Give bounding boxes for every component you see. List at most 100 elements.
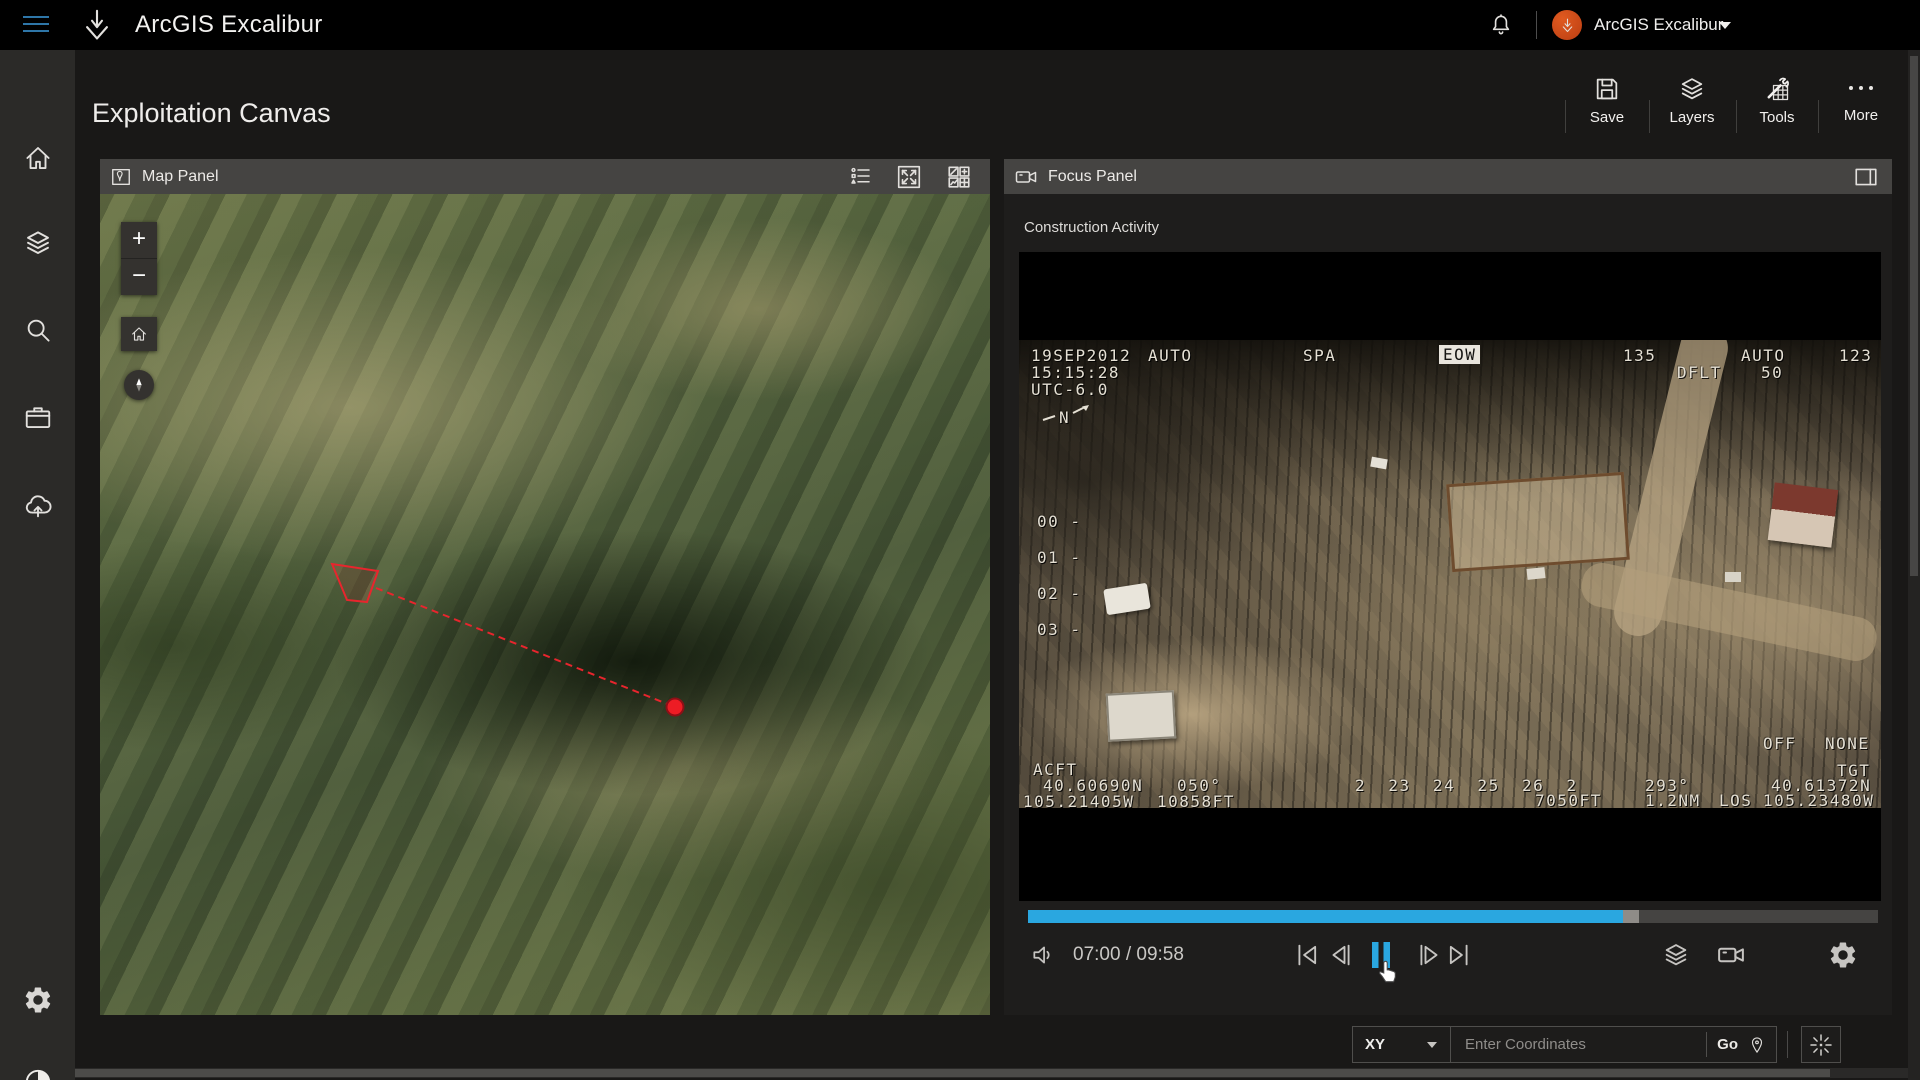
laser-status: OFF — [1763, 734, 1797, 753]
speaker-icon — [1033, 946, 1050, 964]
sidebar-item-projects[interactable] — [20, 399, 56, 435]
sidebar-item-layers[interactable] — [20, 225, 56, 261]
map-view[interactable]: + − — [100, 194, 990, 1015]
map-panel: Map Panel + − — [100, 159, 990, 1015]
tgt-range: 1.2NM — [1645, 791, 1701, 808]
layers-button[interactable]: Layers — [1657, 75, 1727, 126]
location-pin-icon[interactable] — [1748, 1034, 1766, 1056]
previous-frame-button[interactable] — [1324, 935, 1358, 975]
wrench-icon — [1767, 77, 1789, 101]
chevron-down-icon — [1427, 1041, 1437, 1048]
toolbar-divider — [1736, 100, 1737, 133]
skip-start-icon — [1298, 944, 1317, 966]
laser-code: NONE — [1825, 734, 1870, 753]
focus-panel-title: Focus Panel — [1048, 167, 1137, 185]
scrubber-fill — [1028, 910, 1623, 923]
panel-layout-grid-icon[interactable] — [946, 164, 972, 190]
sidebar-item-search[interactable] — [20, 312, 56, 348]
sidebar-item-upload[interactable] — [20, 487, 56, 523]
svg-text:N: N — [1059, 408, 1070, 427]
zoom-in-button[interactable]: + — [121, 222, 157, 258]
home-icon — [26, 147, 50, 169]
coordinate-format-select[interactable]: XY — [1353, 1027, 1451, 1062]
video-player[interactable]: 19SEP2012 15:15:28 UTC-6.0 AUTO SPA EOW … — [1019, 252, 1881, 901]
video-camera-icon — [1015, 170, 1037, 183]
toolbar-divider — [1818, 100, 1819, 133]
coordinates-input[interactable] — [1451, 1027, 1707, 1062]
notifications-bell-icon[interactable] — [1488, 12, 1516, 40]
account-caret-down-icon[interactable] — [1718, 20, 1732, 30]
gear-icon — [25, 987, 51, 1013]
coordbar-divider — [1787, 1031, 1788, 1058]
home-extent-icon — [132, 327, 146, 341]
los-label: LOS — [1719, 791, 1753, 808]
sidebar-item-contrast[interactable] — [20, 1064, 56, 1080]
tgt-lon: 105.23480W — [1763, 791, 1875, 808]
gear-icon — [1830, 942, 1856, 968]
vertical-scrollbar-thumb[interactable] — [1910, 56, 1918, 576]
next-frame-button[interactable] — [1412, 935, 1446, 975]
sidebar-item-home[interactable] — [20, 140, 56, 176]
page-title: Exploitation Canvas — [92, 98, 331, 128]
account-avatar[interactable] — [1552, 10, 1582, 40]
default-extent-button[interactable] — [121, 317, 157, 351]
skip-to-start-button[interactable] — [1290, 935, 1324, 975]
more-button[interactable]: More — [1826, 75, 1896, 124]
legend-icon[interactable] — [848, 164, 874, 190]
app-root: ArcGIS Excalibur ArcGIS Excalibur Exploi… — [0, 0, 1920, 1080]
scrubber-handle[interactable] — [1623, 910, 1639, 923]
horizontal-scrollbar-thumb[interactable] — [75, 1069, 1830, 1077]
video-title: Construction Activity — [1024, 219, 1160, 236]
map-panel-title: Map Panel — [142, 167, 219, 185]
north-arrow-indicator: N — [1042, 405, 1089, 427]
account-name: ArcGIS Excalibur — [1594, 15, 1724, 34]
acft-lon: 105.21405W — [1023, 792, 1135, 808]
save-floppy-icon — [1596, 78, 1618, 100]
go-button[interactable]: Go — [1717, 1036, 1738, 1053]
ellipsis-icon — [1826, 75, 1896, 101]
video-footprint-graphics — [330, 562, 685, 717]
vertical-scrollbar[interactable] — [1908, 50, 1920, 1080]
focus-panel: Focus Panel Construction Activity 19SEP2… — [1004, 159, 1892, 1015]
video-settings-button[interactable] — [1826, 935, 1860, 975]
map-panel-header: Map Panel — [100, 159, 990, 194]
zoom-out-button[interactable]: − — [121, 258, 157, 295]
telemetry-utc: UTC-6.0 — [1031, 380, 1109, 399]
coordinate-format-value: XY — [1365, 1036, 1386, 1053]
layers-icon — [27, 231, 49, 254]
skip-to-end-button[interactable] — [1442, 935, 1476, 975]
telemetry-eow: EOW — [1439, 345, 1481, 364]
sensor-location-dot[interactable] — [665, 697, 685, 717]
tools-button[interactable]: Tools — [1742, 75, 1812, 126]
zoom-widget: + − — [121, 222, 157, 295]
compass-needle-icon — [136, 378, 142, 392]
elevation-tape-03: 03 - — [1037, 620, 1082, 639]
left-sidebar — [0, 50, 75, 1080]
telemetry-135: 135 — [1623, 346, 1657, 365]
mouse-cursor-hand — [1374, 958, 1400, 986]
hamburger-menu-icon[interactable] — [23, 16, 49, 34]
elevation-tape-01: 01 - — [1037, 548, 1082, 567]
video-source-button[interactable] — [1714, 935, 1748, 975]
layers-icon — [1681, 78, 1703, 100]
video-layers-button[interactable] — [1659, 935, 1693, 975]
flash-location-button[interactable] — [1801, 1026, 1841, 1063]
expand-icon[interactable] — [896, 164, 922, 190]
save-button[interactable]: Save — [1572, 75, 1642, 126]
side-panel-icon[interactable] — [1853, 164, 1879, 190]
layers-icon — [1665, 944, 1687, 966]
top-bar: ArcGIS Excalibur ArcGIS Excalibur — [0, 0, 1920, 50]
go-zone: Go — [1706, 1032, 1776, 1057]
cloud-upload-icon — [25, 495, 52, 518]
sidebar-item-settings[interactable] — [20, 982, 56, 1018]
compass-button[interactable] — [124, 370, 154, 400]
acft-altitude: 10858FT — [1157, 792, 1235, 808]
volume-button[interactable] — [1026, 935, 1060, 975]
briefcase-icon — [25, 407, 51, 428]
horizontal-scrollbar[interactable] — [75, 1068, 1920, 1078]
time-display: 07:00 / 09:58 — [1073, 944, 1184, 965]
elevation-tape-02: 02 - — [1037, 584, 1082, 603]
video-frame: 19SEP2012 15:15:28 UTC-6.0 AUTO SPA EOW … — [1019, 340, 1881, 808]
telemetry-dflt: DFLT — [1677, 363, 1722, 382]
video-scrubber[interactable] — [1028, 910, 1878, 923]
